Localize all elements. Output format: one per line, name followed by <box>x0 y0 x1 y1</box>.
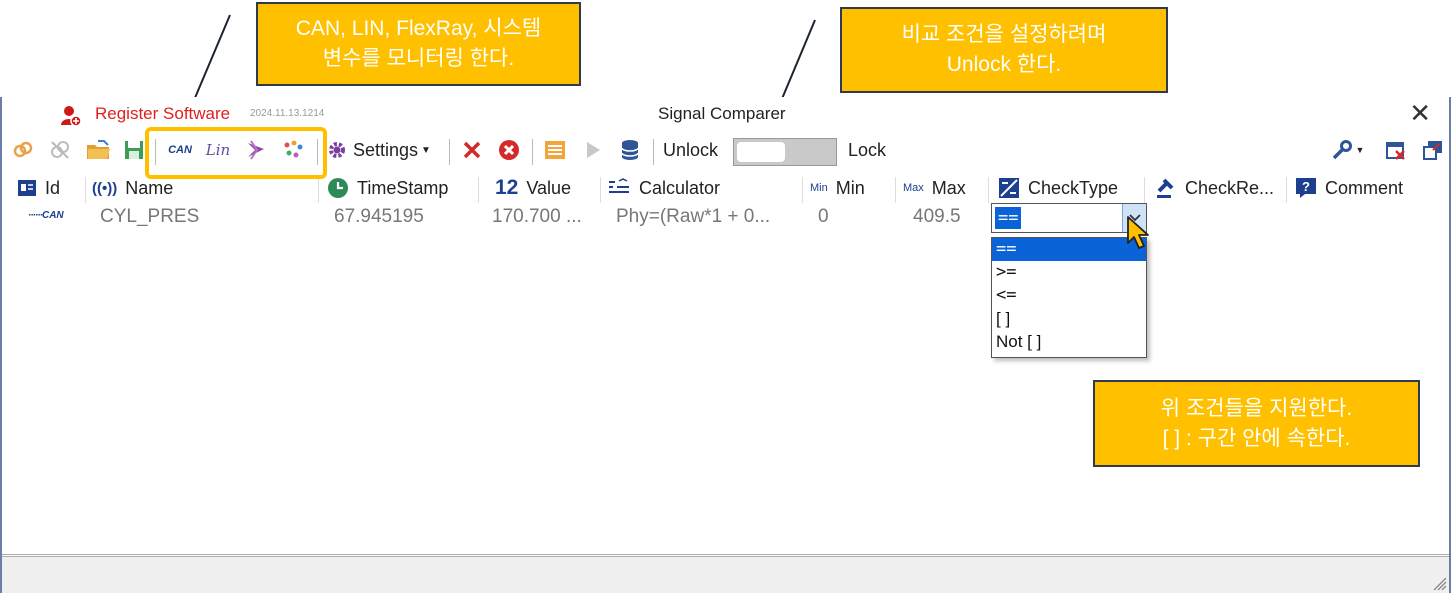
dropdown-option-not-in-range[interactable]: Not [ ] <box>992 330 1146 353</box>
signal-value: 170.700 ... <box>492 206 582 227</box>
open-folder-icon[interactable] <box>85 137 113 163</box>
callout-text: 변수를 모니터링 한다. <box>322 47 515 70</box>
mouse-pointer-icon <box>1127 216 1149 249</box>
play-icon[interactable] <box>580 137 606 163</box>
callout-text: Unlock 한다. <box>946 53 1062 76</box>
database-icon[interactable] <box>617 137 643 163</box>
save-icon[interactable] <box>121 137 147 163</box>
bus-label: CAN <box>41 210 64 221</box>
checktype-combobox[interactable]: == <box>991 203 1147 233</box>
title-bar: Register Software 2024.11.13.1214 Signal… <box>2 97 1449 131</box>
column-header-min[interactable]: Min Min <box>810 173 865 203</box>
window-title: Signal Comparer <box>658 104 786 123</box>
callout-text: CAN, LIN, FlexRay, 시스템 <box>295 17 542 40</box>
callout-text: 비교 조건을 설정하려며 <box>901 23 1107 46</box>
calculator-icon <box>607 178 631 198</box>
disconnect-icon[interactable] <box>47 137 73 163</box>
wrench-icon <box>1332 140 1352 160</box>
clear-all-icon[interactable] <box>496 137 522 163</box>
column-header-max[interactable]: Max Max <box>903 173 966 203</box>
broadcast-icon: ((•)) <box>92 179 118 197</box>
toggle-knob <box>737 142 785 162</box>
checktype-selected-value: == <box>995 207 1022 229</box>
gavel-icon <box>1155 177 1177 199</box>
detach-window-icon[interactable] <box>1420 137 1446 163</box>
dropdown-option-greater-equal[interactable]: >= <box>992 261 1146 284</box>
column-header-comment[interactable]: ? Comment <box>1295 173 1403 203</box>
version-label: 2024.11.13.1214 <box>250 108 325 119</box>
min-value[interactable]: 0 <box>818 206 829 228</box>
callout-monitor: CAN, LIN, FlexRay, 시스템 변수를 모니터링 한다. <box>256 2 581 86</box>
column-label: Id <box>45 177 61 198</box>
timestamp-value: 67.945195 <box>334 206 424 227</box>
column-header-checkresult[interactable]: CheckRe... <box>1155 173 1274 203</box>
tools-menu-button[interactable]: ▼ <box>1329 137 1367 163</box>
close-window-icon[interactable] <box>1383 137 1409 163</box>
settings-menu-button[interactable]: Settings ▼ <box>327 137 431 163</box>
checktype-dropdown-list: == >= <= [ ] Not [ ] <box>991 237 1147 358</box>
close-button[interactable]: ✕ <box>1409 100 1431 126</box>
register-software-link[interactable]: Register Software <box>95 104 230 124</box>
gear-icon <box>329 142 345 158</box>
lock-text: Lock <box>848 139 887 160</box>
can-bus-icon: ······CAN <box>28 210 64 221</box>
unlock-text: Unlock <box>663 139 719 160</box>
table-row[interactable]: ······CAN CYL_PRES 67.945195 170.700 ...… <box>2 204 1449 232</box>
dropdown-option-equal[interactable]: == <box>992 238 1146 261</box>
caret-down-icon: ▼ <box>1355 145 1365 155</box>
column-label: TimeStamp <box>357 177 449 198</box>
svg-text:?: ? <box>1302 179 1310 194</box>
bus-icons-highlight <box>145 127 327 179</box>
status-bar <box>2 557 1449 593</box>
max-icon: Max <box>903 182 924 194</box>
column-header-calculator[interactable]: Calculator <box>607 173 720 203</box>
caret-down-icon: ▼ <box>421 144 431 156</box>
callout-unlock: 비교 조건을 설정하려며 Unlock 한다. <box>840 7 1168 93</box>
column-header-value[interactable]: 12 Value <box>495 173 571 203</box>
lock-label[interactable]: Lock <box>848 137 886 163</box>
callout-support: 위 조건들을 지원한다. [ ] : 구간 안에 속한다. <box>1093 380 1420 467</box>
callout-text: 위 조건들을 지원한다. <box>1160 396 1353 420</box>
id-card-icon <box>17 179 37 197</box>
unlock-label[interactable]: Unlock <box>663 137 718 163</box>
delete-icon[interactable] <box>459 137 485 163</box>
column-label: Name <box>125 177 174 198</box>
lock-toggle-switch[interactable] <box>733 138 837 166</box>
checktype-icon <box>998 177 1020 199</box>
calculator-value: Phy=(Raw*1 + 0... <box>616 206 771 227</box>
clock-icon <box>327 177 349 199</box>
min-icon: Min <box>810 182 828 194</box>
resize-grip-icon[interactable] <box>1431 575 1447 591</box>
connect-icon[interactable] <box>10 137 36 163</box>
signal-name: CYL_PRES <box>100 206 200 227</box>
column-label: CheckType <box>1028 177 1119 198</box>
column-header-timestamp[interactable]: TimeStamp <box>327 173 448 203</box>
help-comment-icon: ? <box>1295 177 1317 199</box>
numeric-icon: 12 <box>495 176 519 199</box>
callout-text: [ ] : 구간 안에 속한다. <box>1162 426 1351 450</box>
column-label: Value <box>526 177 572 198</box>
dropdown-option-in-range[interactable]: [ ] <box>992 307 1146 330</box>
column-label: Comment <box>1325 177 1404 198</box>
max-value[interactable]: 409.5 <box>913 206 961 228</box>
settings-label: Settings <box>353 139 419 160</box>
column-header-checktype[interactable]: CheckType <box>998 173 1118 203</box>
column-label: Min <box>835 177 865 198</box>
list-view-icon[interactable] <box>542 137 568 163</box>
column-label: CheckRe... <box>1185 177 1275 198</box>
column-header-id[interactable]: Id <box>17 173 60 203</box>
column-label: Calculator <box>639 177 721 198</box>
dropdown-option-less-equal[interactable]: <= <box>992 284 1146 307</box>
register-user-icon[interactable] <box>60 105 82 127</box>
column-label: Max <box>931 177 966 198</box>
